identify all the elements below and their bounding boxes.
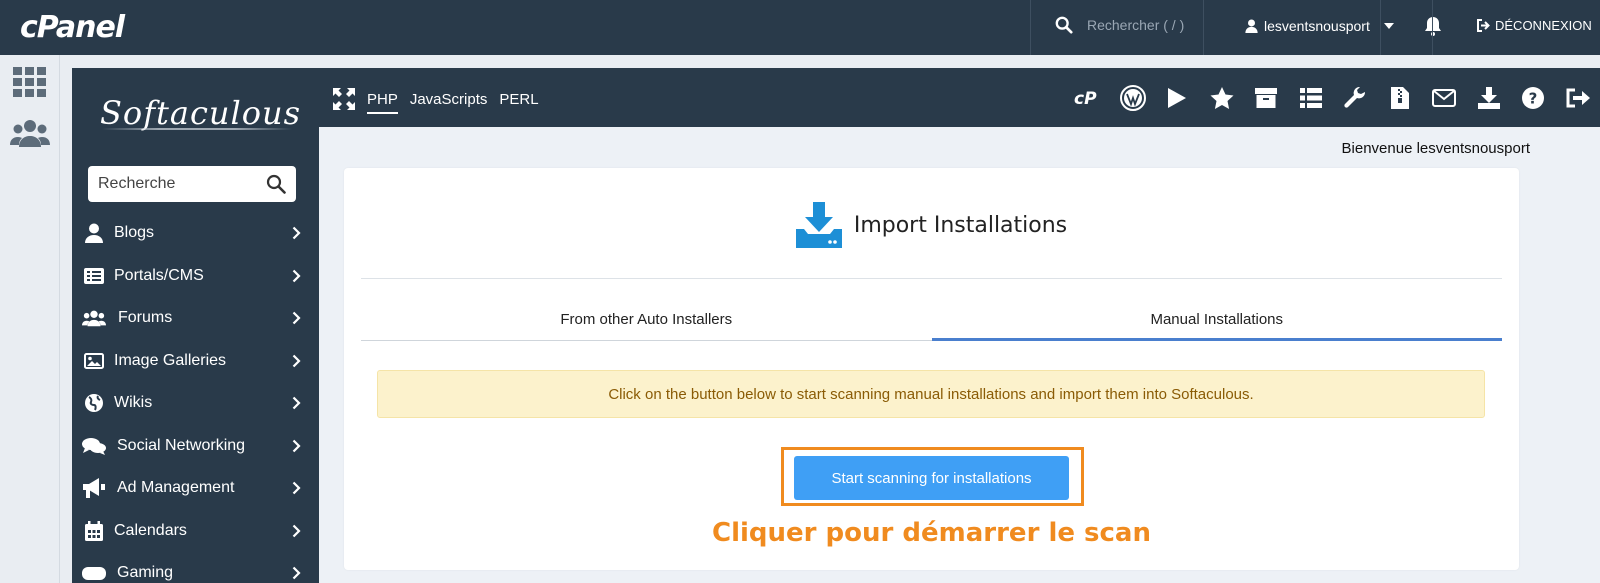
tab-javascripts[interactable]: JavaScripts bbox=[410, 91, 488, 114]
globe-icon bbox=[82, 393, 106, 413]
cpanel-search[interactable]: Rechercher ( / ) bbox=[1055, 16, 1184, 34]
import-download-icon bbox=[795, 202, 842, 248]
bell-icon bbox=[1425, 17, 1441, 36]
sidebar-item-label: Ad Management bbox=[117, 479, 235, 497]
import-card: Import Installations From other Auto Ins… bbox=[344, 168, 1519, 570]
search-placeholder[interactable]: Rechercher ( / ) bbox=[1087, 17, 1184, 33]
annotation-caption: Cliquer pour démarrer le scan bbox=[712, 518, 1151, 548]
import-tabs: From other Auto Installers Manual Instal… bbox=[361, 303, 1502, 341]
user-icon bbox=[82, 223, 106, 244]
sidebar-item-gaming[interactable]: Gaming bbox=[72, 552, 319, 583]
calendar-icon bbox=[82, 520, 106, 541]
logo-underline bbox=[102, 128, 292, 130]
grid-icon[interactable] bbox=[13, 67, 47, 102]
cpanel-rail bbox=[0, 55, 60, 583]
chevron-right-icon bbox=[292, 269, 301, 283]
cpanel-icon[interactable]: cP bbox=[1066, 85, 1111, 111]
archive-icon[interactable] bbox=[1244, 85, 1289, 111]
divider bbox=[1203, 0, 1204, 55]
sidebar-item-ad-management[interactable]: Ad Management bbox=[72, 467, 319, 510]
sidebar-item-forums[interactable]: Forums bbox=[72, 297, 319, 340]
image-icon bbox=[82, 352, 106, 369]
sidebar-item-wikis[interactable]: Wikis bbox=[72, 382, 319, 425]
divider bbox=[1380, 0, 1381, 55]
cpanel-logo[interactable]: cPanel bbox=[20, 10, 125, 45]
star-icon[interactable] bbox=[1200, 85, 1245, 111]
welcome-message: Bienvenue lesventsnousport bbox=[1341, 140, 1530, 157]
sidebar-item-portals-cms[interactable]: Portals/CMS bbox=[72, 255, 319, 298]
chevron-right-icon bbox=[292, 439, 301, 453]
users-icon bbox=[82, 309, 106, 327]
search-icon[interactable] bbox=[266, 174, 286, 194]
sidebar-item-label: Portals/CMS bbox=[114, 266, 204, 284]
sidebar-item-label: Social Networking bbox=[117, 436, 246, 454]
sidebar-item-label: Calendars bbox=[114, 521, 187, 539]
chevron-right-icon bbox=[292, 524, 301, 538]
chevron-right-icon bbox=[292, 311, 301, 325]
toolbar-icons: cP ? bbox=[1066, 85, 1600, 111]
chevron-right-icon bbox=[292, 396, 301, 410]
logout-icon[interactable] bbox=[1556, 85, 1600, 111]
sidebar-item-image-galleries[interactable]: Image Galleries bbox=[72, 340, 319, 383]
user-menu[interactable]: lesventsnousport bbox=[1245, 18, 1394, 34]
category-nav: Blogs Portals/CMS Forums Image Galleries bbox=[72, 212, 319, 583]
sidebar-search-input[interactable] bbox=[98, 175, 258, 193]
play-icon[interactable] bbox=[1155, 85, 1200, 111]
wordpress-icon[interactable] bbox=[1111, 85, 1156, 111]
tab-perl[interactable]: PERL bbox=[499, 91, 538, 114]
list-icon bbox=[82, 267, 106, 284]
chevron-right-icon bbox=[292, 481, 301, 495]
svg-text:cP: cP bbox=[1074, 89, 1097, 107]
username: lesventsnousport bbox=[1264, 18, 1370, 34]
sidebar-item-label: Wikis bbox=[114, 394, 153, 412]
search-icon bbox=[1055, 16, 1073, 34]
start-scanning-button[interactable]: Start scanning for installations bbox=[794, 456, 1069, 500]
notifications-button[interactable] bbox=[1424, 16, 1442, 41]
sidebar-search bbox=[88, 166, 296, 202]
divider bbox=[1030, 0, 1031, 55]
file-zip-icon[interactable] bbox=[1378, 85, 1423, 111]
svg-text:?: ? bbox=[1529, 90, 1538, 108]
sidebar-item-label: Blogs bbox=[114, 224, 155, 242]
sidebar-item-calendars[interactable]: Calendars bbox=[72, 510, 319, 553]
wrench-icon[interactable] bbox=[1333, 85, 1378, 111]
mail-icon[interactable] bbox=[1422, 85, 1467, 111]
comments-icon bbox=[82, 437, 106, 455]
sidebar-item-blogs[interactable]: Blogs bbox=[72, 212, 319, 255]
divider bbox=[361, 278, 1502, 279]
logout-label: DÉCONNEXION bbox=[1495, 18, 1592, 33]
softaculous-sidebar: Softaculous Blogs Portals/CMS Forums bbox=[72, 68, 319, 583]
chevron-right-icon bbox=[292, 354, 301, 368]
user-icon bbox=[1245, 19, 1258, 33]
info-notice: Click on the button below to start scann… bbox=[377, 370, 1485, 418]
logout-button[interactable]: DÉCONNEXION bbox=[1476, 18, 1592, 33]
chevron-right-icon bbox=[292, 566, 301, 580]
gamepad-icon bbox=[82, 565, 106, 581]
tab-from-other-auto-installers[interactable]: From other Auto Installers bbox=[361, 303, 932, 340]
softaculous-frame: Softaculous Blogs Portals/CMS Forums bbox=[72, 68, 1600, 583]
sidebar-item-label: Gaming bbox=[117, 564, 174, 582]
tab-manual-installations[interactable]: Manual Installations bbox=[931, 303, 1502, 341]
tab-php[interactable]: PHP bbox=[367, 91, 398, 114]
bullhorn-icon bbox=[82, 478, 106, 499]
softaculous-logo[interactable]: Softaculous bbox=[100, 94, 301, 132]
chevron-right-icon bbox=[292, 226, 301, 240]
expand-icon[interactable] bbox=[333, 88, 355, 110]
divider bbox=[1432, 0, 1433, 55]
cpanel-header: cPanel Rechercher ( / ) lesventsnousport… bbox=[0, 0, 1600, 55]
sidebar-item-label: Image Galleries bbox=[114, 351, 227, 369]
sidebar-item-label: Forums bbox=[118, 309, 173, 327]
page-title: Import Installations bbox=[853, 212, 1068, 238]
help-icon[interactable]: ? bbox=[1511, 85, 1556, 111]
card-header: Import Installations bbox=[344, 202, 1519, 248]
list-icon[interactable] bbox=[1289, 85, 1334, 111]
caret-down-icon bbox=[1383, 23, 1394, 29]
language-tabs: PHP JavaScripts PERL bbox=[333, 88, 539, 116]
sign-out-icon bbox=[1477, 19, 1490, 32]
sidebar-item-social-networking[interactable]: Social Networking bbox=[72, 425, 319, 468]
softaculous-toolbar: PHP JavaScripts PERL cP ? bbox=[319, 68, 1600, 127]
users-icon[interactable] bbox=[10, 119, 50, 152]
download-icon[interactable] bbox=[1467, 85, 1512, 111]
